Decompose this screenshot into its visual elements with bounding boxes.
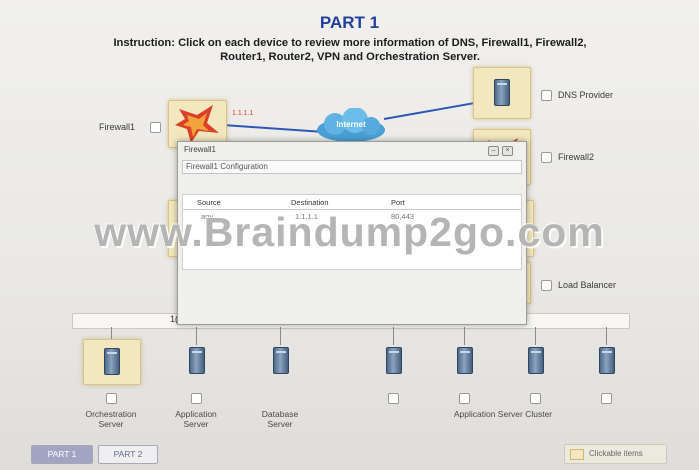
- drop-line: [393, 327, 394, 345]
- label-line-2: Server: [98, 419, 124, 429]
- firewall2-checkbox[interactable]: [541, 152, 552, 163]
- drop-line: [196, 327, 197, 345]
- dns-provider-device[interactable]: [473, 67, 531, 119]
- drop-line: [464, 327, 465, 345]
- firewall2-label: Firewall2: [558, 152, 595, 162]
- cluster-server-checkbox[interactable]: [530, 393, 541, 404]
- legend-label: Clickable items: [589, 449, 643, 458]
- cluster-server-checkbox[interactable]: [388, 393, 399, 404]
- watermark-text: www.Braindump2go.com: [94, 209, 605, 255]
- configuration-header: Firewall1 Configuration: [182, 160, 522, 174]
- database-server-icon: [273, 347, 289, 374]
- database-server-label: Database Server: [240, 409, 320, 429]
- label-line-1: Orchestration: [85, 409, 137, 419]
- load-balancer-checkbox[interactable]: [541, 280, 552, 291]
- internet-label: Internet: [336, 120, 366, 129]
- network-diagram-screen: PART 1 Instruction: Click on each device…: [0, 0, 699, 470]
- application-server-cluster-label: Application Server Cluster: [453, 409, 553, 419]
- application-server-icon: [189, 347, 205, 374]
- drop-line: [606, 327, 607, 345]
- cluster-server-icon: [386, 347, 402, 374]
- orchestration-server-label: Orchestration Server: [71, 409, 151, 429]
- orchestration-server-device[interactable]: [83, 339, 141, 385]
- configuration-title: Firewall1 Configuration: [186, 162, 268, 171]
- label-line-1: Database: [261, 409, 299, 419]
- cluster-server-icon: [599, 347, 615, 374]
- instruction-line-2: Router1, Router2, VPN and Orchestration …: [220, 51, 480, 63]
- cluster-server-checkbox[interactable]: [459, 393, 470, 404]
- server-icon: [494, 79, 510, 106]
- cluster-server-icon: [457, 347, 473, 374]
- server-icon: [104, 348, 120, 375]
- firewall1-label: Firewall1: [99, 122, 136, 132]
- orchestration-server-checkbox[interactable]: [106, 393, 117, 404]
- firewall1-checkbox[interactable]: [150, 122, 161, 133]
- cluster-server-icon: [528, 347, 544, 374]
- drop-line: [111, 327, 112, 339]
- drop-line: [535, 327, 536, 345]
- column-header-port: Port: [391, 198, 405, 207]
- label-line-2: Server: [183, 419, 209, 429]
- cluster-server-checkbox[interactable]: [601, 393, 612, 404]
- application-server-label: Application Server: [156, 409, 236, 429]
- firewall1-ip-label: 1.1.1.1: [232, 110, 254, 117]
- label-line-2: Server: [267, 419, 293, 429]
- clickable-items-legend: Clickable items: [564, 444, 667, 464]
- instruction-line-1: Instruction: Click on each device to rev…: [113, 37, 587, 49]
- page-title: PART 1: [319, 13, 380, 32]
- label-line-1: Application: [175, 409, 217, 419]
- instruction-text: Instruction: Click on each device to rev…: [60, 36, 640, 64]
- dns-provider-label: DNS Provider: [558, 90, 614, 100]
- column-header-destination: Destination: [291, 198, 329, 207]
- minimize-button[interactable]: –: [488, 146, 499, 156]
- tab-part-1[interactable]: PART 1: [31, 445, 93, 464]
- legend-swatch: [570, 449, 584, 460]
- popup-title: Firewall1: [184, 145, 217, 154]
- tab-part-2[interactable]: PART 2: [98, 445, 158, 464]
- column-header-source: Source: [197, 198, 221, 207]
- application-server-checkbox[interactable]: [191, 393, 202, 404]
- drop-line: [280, 327, 281, 345]
- close-button[interactable]: ×: [502, 146, 513, 156]
- load-balancer-label: Load Balancer: [558, 280, 617, 290]
- dns-provider-checkbox[interactable]: [541, 90, 552, 101]
